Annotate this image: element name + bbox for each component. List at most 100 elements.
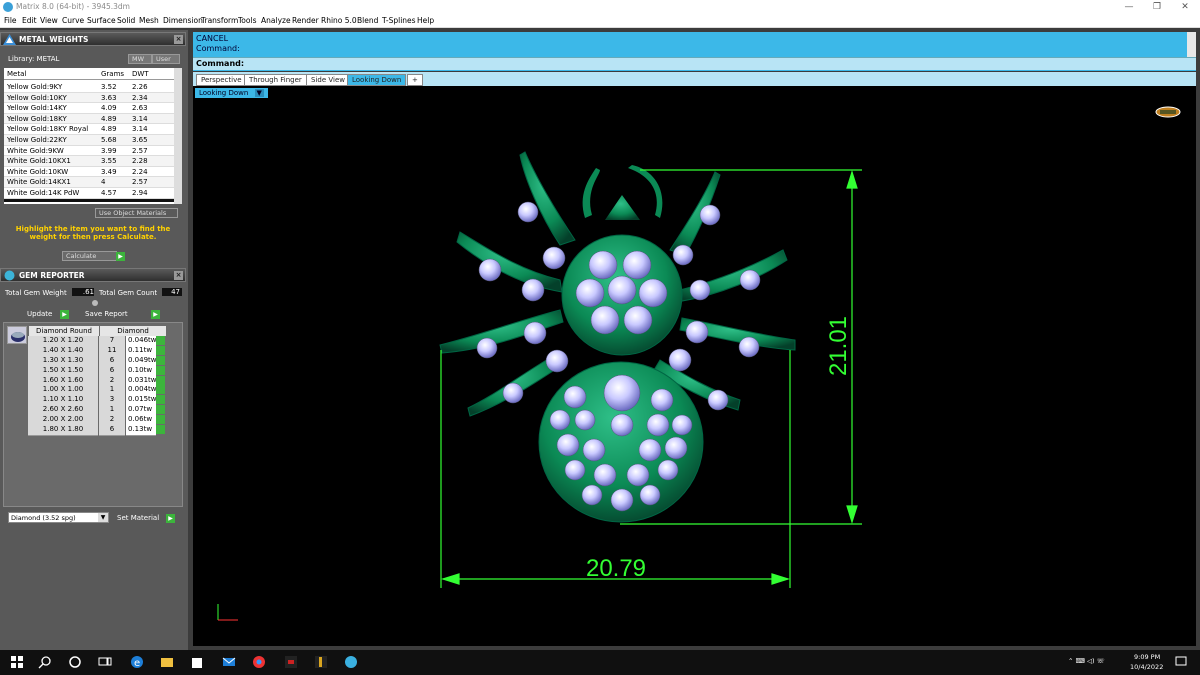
metal-table[interactable]: Metal Grams DWT Yellow Gold:9KY 3.52 2.26 Y… [4,68,182,204]
menu-tools[interactable]: Tools [238,16,256,25]
gem-row-go-icon[interactable] [156,345,165,355]
clock-time[interactable]: 9:09 PM [1134,653,1160,661]
notification-icon[interactable] [1174,655,1188,669]
gem-row-go-icon[interactable] [156,336,165,345]
update-go-icon[interactable]: ▶ [60,310,69,319]
menu-analyze[interactable]: Analyze [261,16,291,25]
gem-row[interactable]: 1.40 X 1.40 11 0.11tw [28,345,166,357]
tray-icons[interactable]: ⌃ ⌨ ◁) ☏ [1068,657,1105,665]
metal-row[interactable]: White Gold:14KX1 4 2.57 [4,177,174,188]
metal-cell: 2.57 [132,146,148,155]
app-red-icon[interactable] [284,655,298,669]
store-icon[interactable] [190,655,204,669]
chrome-icon[interactable] [252,655,266,669]
gem-row[interactable]: 2.60 X 2.60 1 0.07tw [28,405,166,417]
viewport-label[interactable]: Looking Down ▼ [195,88,268,98]
update-button[interactable]: Update [27,310,52,318]
menu-surface[interactable]: Surface [87,16,116,25]
task-view-icon[interactable] [98,655,112,669]
user-button[interactable]: User [152,54,180,64]
chevron-down-icon[interactable]: ▼ [98,513,108,522]
material-select[interactable]: Diamond (3.52 spg) ▼ [8,512,109,523]
metal-row[interactable]: White Gold:10KX1 3.55 2.28 [4,156,174,167]
tab-perspective[interactable]: Perspective [196,74,247,86]
menu-curve[interactable]: Curve [62,16,84,25]
gem-row-go-icon[interactable] [156,365,165,375]
menu-solid[interactable]: Solid [117,16,135,25]
gem-row[interactable]: 1.20 X 1.20 7 0.046tw [28,336,166,347]
menu-transform[interactable]: Transform [201,16,238,25]
calculate-go-icon[interactable]: ▶ [116,252,125,261]
metal-row[interactable]: Yellow Gold:18KY Royal 4.89 3.14 [4,124,174,135]
menu-blend[interactable]: Blend [357,16,378,25]
tab-side-view[interactable]: Side View [306,74,350,86]
gem-row-go-icon[interactable] [156,355,165,365]
clock-date[interactable]: 10/4/2022 [1130,663,1163,671]
gem-row-go-icon[interactable] [156,405,165,415]
gem-row-go-icon[interactable] [156,375,165,385]
edge-icon[interactable]: e [130,655,144,669]
close-icon[interactable]: × [174,35,183,44]
command-input[interactable]: Command: [193,57,1196,70]
metal-table-scrollbar[interactable] [174,68,182,204]
menu-help[interactable]: Help [417,16,434,25]
metal-row[interactable]: Yellow Gold:18KY 4.89 3.14 [4,113,174,125]
gem-row[interactable]: 1.50 X 1.50 6 0.10tw [28,365,166,377]
gem-row-go-icon[interactable] [156,395,165,405]
metal-row[interactable]: White Gold:14K PdW 4.57 2.94 [4,188,174,199]
menu-render[interactable]: Render [292,16,319,25]
metal-cell: 4 [101,178,106,187]
calculate-button[interactable]: Calculate [62,251,117,261]
gem-row[interactable]: 1.10 X 1.10 3 0.015tw [28,395,166,407]
metal-row[interactable]: White Gold:9KW 3.99 2.57 [4,145,174,157]
menu-file[interactable]: File [4,16,17,25]
tab-through-finger[interactable]: Through Finger [244,74,307,86]
menu-dimension[interactable]: Dimension [163,16,203,25]
maximize-button[interactable]: ❐ [1143,0,1171,14]
set-material-go-icon[interactable]: ▶ [166,514,175,523]
navigation-widget-icon[interactable] [1155,106,1181,118]
gem-row[interactable]: 2.00 X 2.00 2 0.06tw [28,415,166,427]
gem-row[interactable]: 1.00 X 1.00 1 0.004tw [28,385,166,397]
metal-row[interactable]: Yellow Gold:10KY 3.63 2.34 [4,92,174,104]
menu-tsplines[interactable]: T-Splines [382,16,416,25]
save-report-go-icon[interactable]: ▶ [151,310,160,319]
menu-view[interactable]: View [40,16,58,25]
menu-mesh[interactable]: Mesh [139,16,159,25]
minimize-button[interactable]: — [1115,0,1143,14]
command-scrollbar[interactable] [1187,32,1196,57]
gem-row-go-icon[interactable] [156,425,165,435]
tab-add[interactable]: + [407,74,423,86]
mw-button[interactable]: MW [128,54,152,64]
metal-row[interactable]: White Gold:10KW 3.49 2.24 [4,166,174,178]
cortana-icon[interactable] [68,655,82,669]
menu-edit[interactable]: Edit [22,16,37,25]
close-button[interactable]: ✕ [1171,0,1199,14]
matrix-app-icon[interactable] [344,655,358,669]
use-object-materials-select[interactable]: Use Object Materials [95,208,178,218]
metal-table-header: Metal Grams DWT [4,68,174,80]
gem-row-go-icon[interactable] [156,415,165,425]
viewport[interactable]: 21.01 20.79 [193,86,1196,646]
menu-rhino[interactable]: Rhino 5.0 [321,16,357,25]
set-material-button[interactable]: Set Material [117,514,159,522]
gem-row[interactable]: 1.60 X 1.60 2 0.031tw [28,375,166,387]
mail-icon[interactable] [222,655,236,669]
total-gem-weight-value: .61 [72,288,94,296]
windows-start-icon[interactable] [10,655,24,669]
search-icon[interactable] [38,655,52,669]
save-report-button[interactable]: Save Report [85,310,128,318]
gem-row[interactable]: 1.30 X 1.30 6 0.049tw [28,355,166,367]
gem-row-go-icon[interactable] [156,385,165,395]
metal-weights-title-bar: METAL WEIGHTS × [0,32,186,46]
tab-looking-down[interactable]: Looking Down [347,74,407,86]
metal-row[interactable]: Yellow Gold:9KY 3.52 2.26 [4,82,174,93]
gem-row[interactable]: 1.80 X 1.80 6 0.13tw [28,425,166,436]
divider-handle[interactable] [92,300,98,306]
app-gold-icon[interactable] [314,655,328,669]
metal-row[interactable]: Yellow Gold:14KY 4.09 2.63 [4,103,174,114]
file-explorer-icon[interactable] [160,655,174,669]
chevron-down-icon[interactable]: ▼ [254,89,264,97]
metal-row[interactable]: Yellow Gold:22KY 5.68 3.65 [4,135,174,146]
close-icon[interactable]: × [174,271,183,280]
